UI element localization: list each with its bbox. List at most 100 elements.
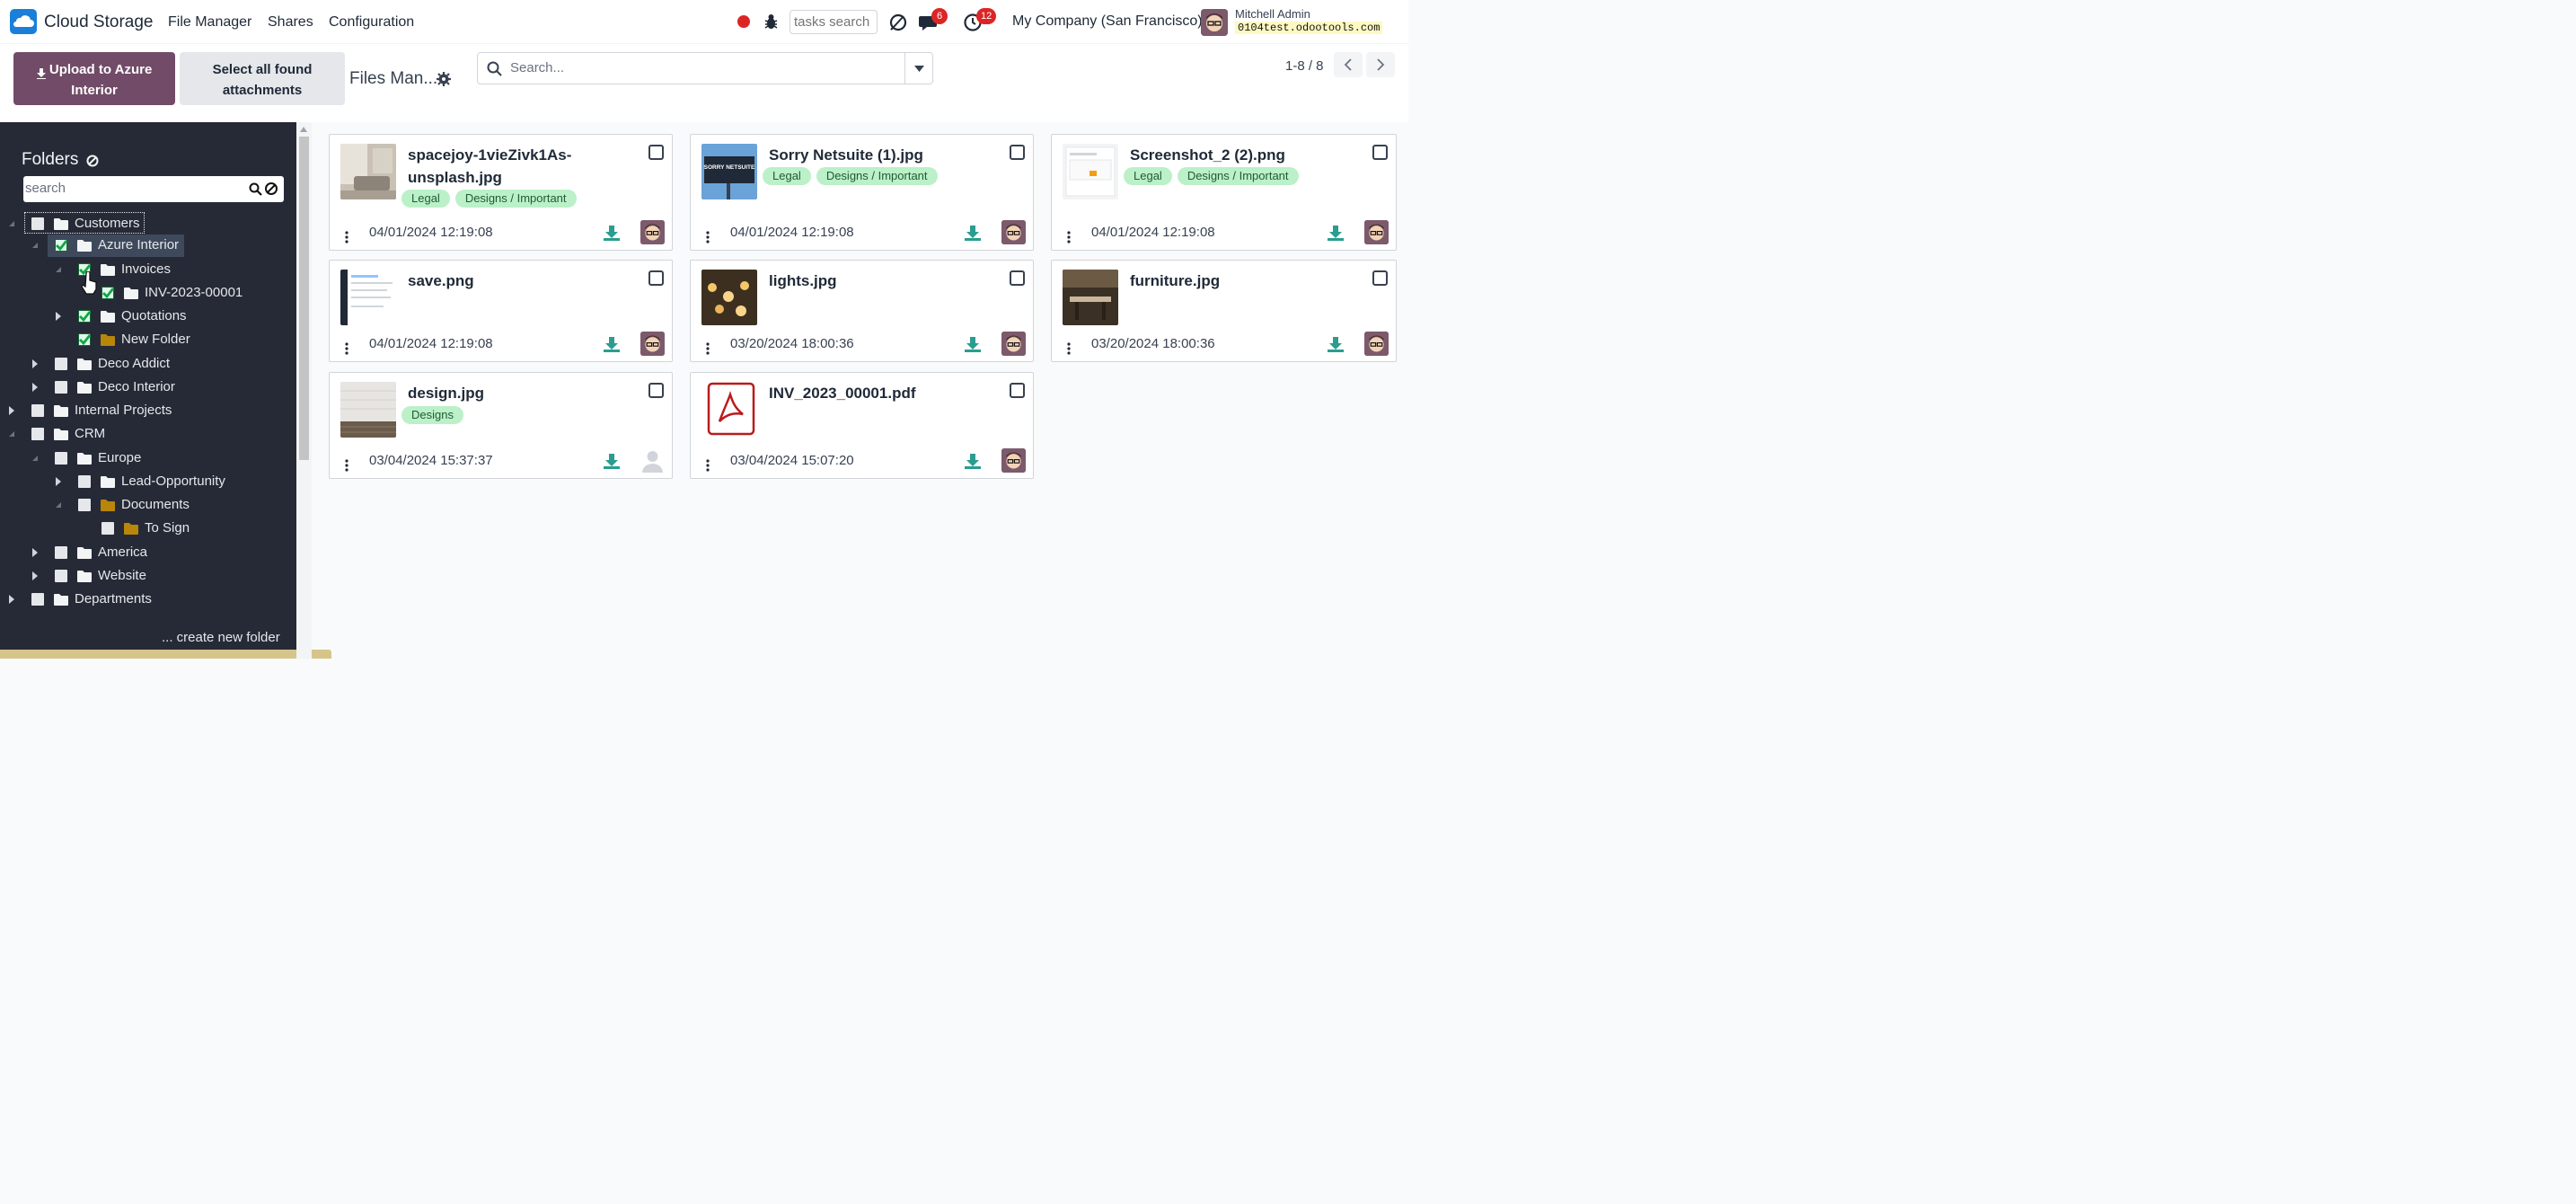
cloud-app-icon[interactable] (10, 9, 37, 34)
placeholder-avatar[interactable] (640, 448, 665, 473)
search-options-toggle[interactable] (904, 52, 933, 84)
folder-checkbox[interactable] (78, 475, 91, 488)
search-input[interactable] (510, 60, 896, 75)
file-select-checkbox[interactable] (1372, 145, 1388, 160)
owner-avatar[interactable] (1001, 220, 1026, 244)
pager-previous-button[interactable] (1334, 52, 1363, 77)
file-thumbnail[interactable] (1063, 270, 1118, 325)
file-select-checkbox[interactable] (648, 383, 664, 398)
kebab-menu-icon[interactable] (345, 459, 348, 472)
file-name[interactable]: spacejoy-1vieZivk1As-unsplash.jpg (408, 144, 571, 189)
folder-tree-item-inv-2023-00001[interactable]: INV-2023-00001 (0, 282, 296, 304)
folder-checkbox[interactable] (78, 310, 91, 323)
download-icon[interactable] (965, 226, 981, 241)
folder-tree-item-quotations[interactable]: Quotations (0, 305, 296, 327)
file-card[interactable]: SORRY NETSUITE Sorry Netsuite (1).jpg Lega… (690, 134, 1034, 251)
owner-avatar[interactable] (1001, 448, 1026, 473)
folder-checkbox[interactable] (31, 217, 44, 230)
download-icon[interactable] (604, 226, 620, 241)
menu-shares[interactable]: Shares (268, 14, 313, 31)
create-folder-link[interactable]: ... create new folder (162, 630, 280, 645)
file-card[interactable]: lights.jpg 03/20/2024 18:00:36 (690, 260, 1034, 362)
owner-avatar[interactable] (640, 332, 665, 356)
download-icon[interactable] (965, 454, 981, 469)
caret-right-icon[interactable] (31, 359, 40, 368)
pager-next-button[interactable] (1366, 52, 1395, 77)
pager-value[interactable]: 1-8 / 8 (1285, 58, 1324, 74)
owner-avatar[interactable] (1364, 220, 1389, 244)
bug-icon[interactable] (763, 13, 779, 31)
folder-checkbox[interactable] (55, 381, 67, 394)
caret-open-icon[interactable] (7, 429, 16, 438)
caret-right-icon[interactable] (31, 571, 40, 580)
select-all-button[interactable]: Select all found attachments (180, 52, 345, 105)
file-card[interactable]: spacejoy-1vieZivk1As-unsplash.jpg Legal De… (329, 134, 673, 251)
file-thumbnail[interactable] (1063, 144, 1118, 199)
kebab-menu-icon[interactable] (1067, 231, 1071, 243)
folder-tree-item-to-sign[interactable]: To Sign (0, 518, 296, 539)
caret-open-icon[interactable] (54, 265, 63, 274)
caret-right-icon[interactable] (31, 548, 40, 557)
folder-tree-item-customers[interactable]: Customers (0, 213, 296, 235)
scroll-up-arrow-icon[interactable] (299, 126, 308, 133)
folder-tree-item-europe[interactable]: Europe (0, 447, 296, 469)
caret-right-icon[interactable] (54, 477, 63, 486)
caret-open-icon[interactable] (54, 500, 63, 509)
clear-icon[interactable] (264, 181, 278, 196)
kebab-menu-icon[interactable] (706, 231, 710, 243)
caret-open-icon[interactable] (31, 454, 40, 463)
file-name[interactable]: lights.jpg (769, 270, 837, 292)
download-icon[interactable] (604, 454, 620, 469)
file-thumbnail[interactable]: SORRY NETSUITE (701, 144, 757, 199)
folder-checkbox[interactable] (31, 404, 44, 417)
download-icon[interactable] (965, 337, 981, 352)
folder-checkbox[interactable] (101, 522, 114, 535)
file-select-checkbox[interactable] (1010, 383, 1025, 398)
caret-open-icon[interactable] (31, 241, 40, 250)
folder-tree-item-lead-opportunity[interactable]: Lead-Opportunity (0, 471, 296, 492)
folder-tree-item-deco-addict[interactable]: Deco Addict (0, 353, 296, 375)
folder-tree-item-website[interactable]: Website (0, 565, 296, 587)
kebab-menu-icon[interactable] (1067, 342, 1071, 355)
download-icon[interactable] (604, 337, 620, 352)
file-select-checkbox[interactable] (1372, 270, 1388, 286)
download-icon[interactable] (1328, 226, 1344, 241)
file-name[interactable]: design.jpg (408, 382, 484, 404)
file-select-checkbox[interactable] (1010, 145, 1025, 160)
gear-icon[interactable] (437, 72, 451, 86)
file-thumbnail[interactable] (701, 270, 757, 325)
folder-checkbox[interactable] (55, 570, 67, 582)
tasks-search-input[interactable] (790, 10, 878, 34)
folder-tree-item-new-folder[interactable]: New Folder (0, 329, 296, 350)
file-card[interactable]: INV_2023_00001.pdf 03/04/2024 15:07:20 (690, 372, 1034, 479)
company-switcher[interactable]: My Company (San Francisco) (1012, 13, 1203, 30)
folder-tree-item-deco-interior[interactable]: Deco Interior (0, 376, 296, 398)
caret-right-icon[interactable] (7, 595, 16, 604)
file-card[interactable]: Screenshot_2 (2).png Legal Designs / Impor… (1051, 134, 1397, 251)
file-name[interactable]: INV_2023_00001.pdf (769, 382, 916, 404)
scrollbar-thumb[interactable] (299, 137, 309, 460)
owner-avatar[interactable] (640, 220, 665, 244)
user-avatar[interactable] (1201, 9, 1228, 36)
kebab-menu-icon[interactable] (706, 459, 710, 472)
folder-checkbox[interactable] (78, 499, 91, 511)
file-thumbnail[interactable] (340, 382, 396, 438)
folder-tree-item-departments[interactable]: Departments (0, 589, 296, 610)
kebab-menu-icon[interactable] (345, 342, 348, 355)
folder-tree-item-azure-interior[interactable]: Azure Interior (0, 235, 296, 256)
folder-checkbox[interactable] (31, 428, 44, 440)
user-name[interactable]: Mitchell Admin (1235, 7, 1310, 21)
caret-right-icon[interactable] (54, 312, 63, 321)
owner-avatar[interactable] (1001, 332, 1026, 356)
folder-checkbox[interactable] (78, 333, 91, 346)
folder-checkbox[interactable] (55, 358, 67, 370)
file-name[interactable]: Screenshot_2 (2).png (1130, 144, 1285, 166)
folder-checkbox[interactable] (55, 546, 67, 559)
search-icon[interactable] (249, 182, 262, 196)
folder-tree-item-internal-projects[interactable]: Internal Projects (0, 400, 296, 421)
folder-checkbox[interactable] (55, 452, 67, 465)
file-name[interactable]: save.png (408, 270, 474, 292)
folder-checkbox[interactable] (55, 239, 67, 252)
file-select-checkbox[interactable] (1010, 270, 1025, 286)
download-icon[interactable] (1328, 337, 1344, 352)
